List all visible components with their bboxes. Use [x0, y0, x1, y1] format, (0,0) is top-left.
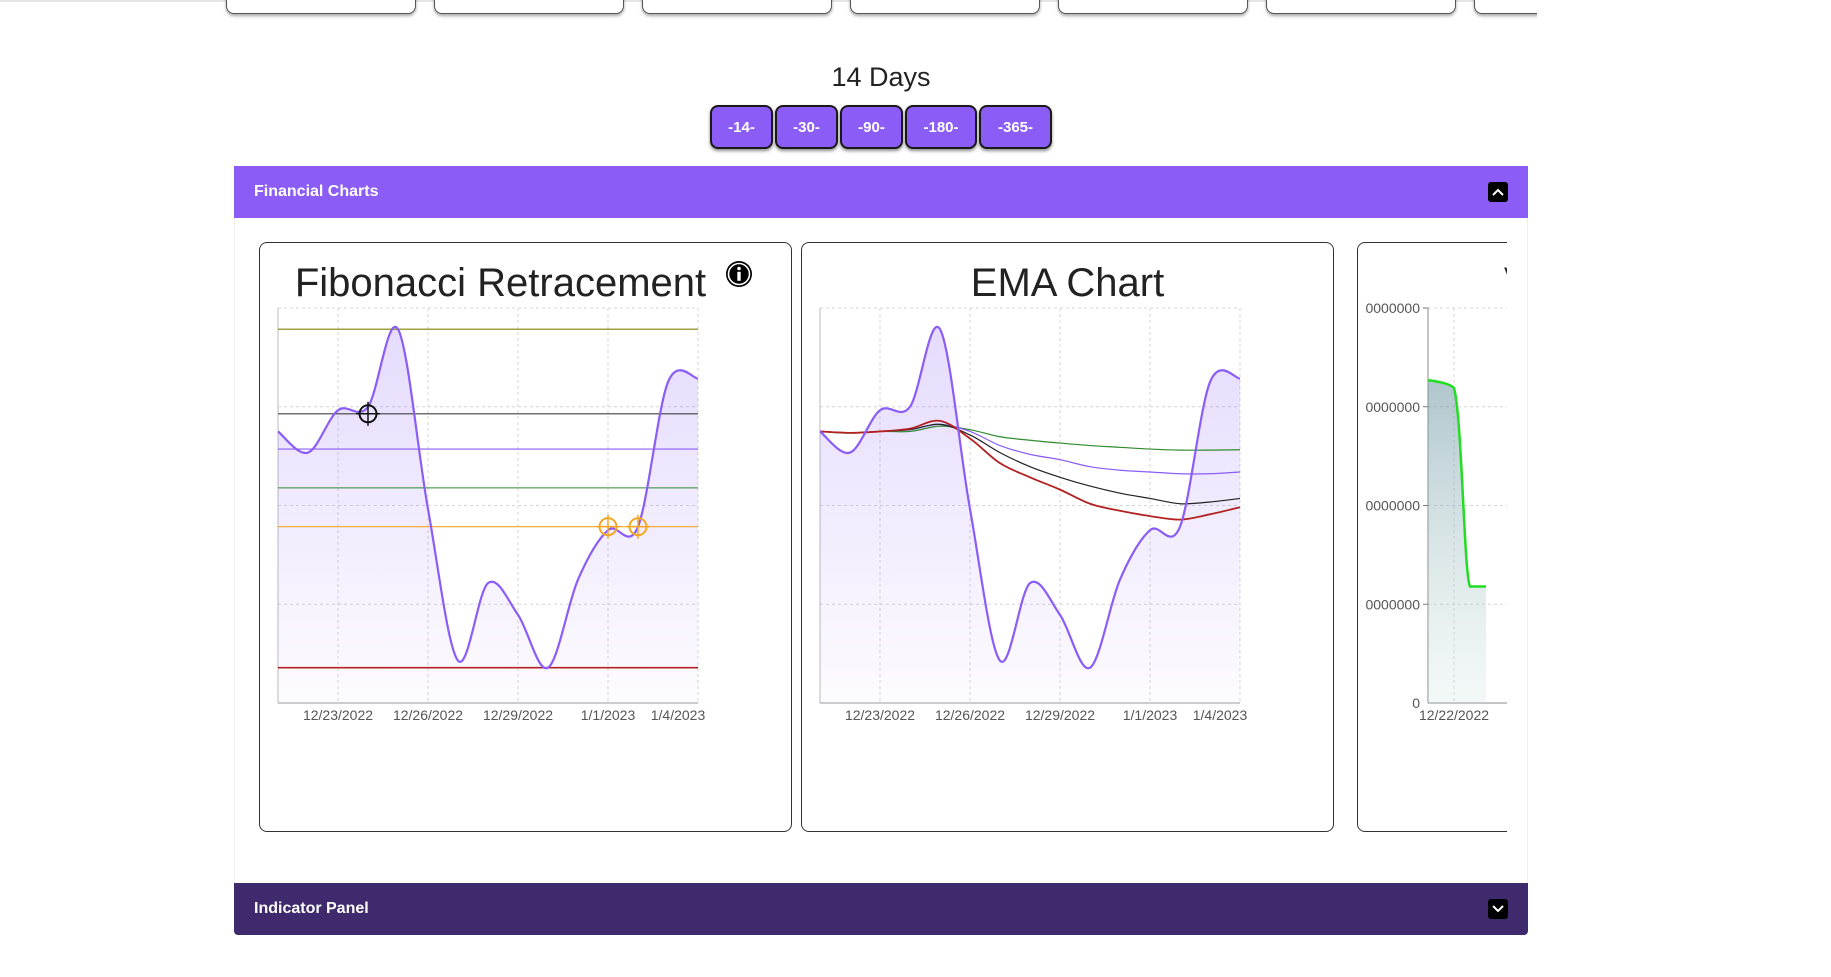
y-tick-label: 0000000 — [1365, 498, 1420, 514]
x-tick-label: 12/23/2022 — [303, 707, 373, 723]
dashboard-page: 14 Days -14- -30- -90- -180- -365- Finan… — [234, 48, 1528, 977]
range-button-90[interactable]: -90- — [840, 105, 903, 149]
x-tick-label: 12/29/2022 — [483, 707, 553, 723]
volume-area — [1428, 380, 1486, 703]
indicator-panel-header[interactable]: Indicator Panel — [234, 883, 1528, 935]
top-card[interactable] — [1058, 0, 1248, 14]
x-tick-label: 12/26/2022 — [935, 707, 1005, 723]
chart-carousel: Fibonacci Retracement 12/23/2022 12/26/20… — [234, 218, 1528, 883]
y-tick-label: 0000000 — [1365, 399, 1420, 415]
indicator-panel-label: Indicator Panel — [254, 900, 369, 917]
range-button-30[interactable]: -30- — [775, 105, 838, 149]
top-card[interactable] — [226, 0, 416, 14]
period-title: 14 Days — [831, 62, 931, 92]
fibonacci-card: Fibonacci Retracement 12/23/2022 12/26/20… — [259, 242, 792, 832]
range-button-group: -14- -30- -90- -180- -365- — [710, 105, 1052, 149]
range-button-365[interactable]: -365- — [979, 105, 1052, 149]
price-area — [820, 326, 1240, 703]
x-tick-label: 1/1/2023 — [581, 707, 636, 723]
range-button-14[interactable]: -14- — [710, 105, 773, 149]
ema-plot: 12/23/2022 12/26/2022 12/29/2022 1/1/2023 1/… — [819, 307, 1248, 723]
x-tick-label: 12/23/2022 — [845, 707, 915, 723]
ema-card: EMA Chart 12/23/2022 12/26/2022 12/29/2022… — [801, 242, 1334, 832]
top-card[interactable] — [642, 0, 832, 14]
top-card[interactable] — [434, 0, 624, 14]
volume-card: V 0000000000000000000000000000012/22/202… — [1357, 242, 1507, 832]
volume-plot: 0000000000000000000000000000012/22/2022 — [1365, 300, 1507, 723]
price-area — [278, 326, 698, 703]
financial-charts-header[interactable]: Financial Charts — [234, 166, 1528, 218]
top-card[interactable] — [850, 0, 1040, 14]
x-tick-label: 1/4/2023 — [1193, 707, 1248, 723]
strip-mask — [1537, 0, 1831, 30]
top-card[interactable] — [1266, 0, 1456, 14]
x-tick-label: 12/29/2022 — [1025, 707, 1095, 723]
fibonacci-plot: 12/23/2022 12/26/2022 12/29/2022 1/1/2023 1/… — [277, 307, 706, 723]
y-tick-label: 0000000 — [1365, 300, 1420, 316]
range-button-180[interactable]: -180- — [905, 105, 977, 149]
financial-charts-label: Financial Charts — [254, 183, 379, 200]
top-card-strip — [0, 0, 1831, 48]
chevron-down-icon[interactable] — [1488, 899, 1508, 919]
x-tick-label: 1/1/2023 — [1123, 707, 1178, 723]
y-tick-label: 0000000 — [1365, 596, 1420, 612]
x-tick-label: 12/26/2022 — [393, 707, 463, 723]
x-tick-label: 1/4/2023 — [651, 707, 706, 723]
chevron-up-icon[interactable] — [1488, 182, 1508, 202]
x-tick-label: 12/22/2022 — [1419, 707, 1489, 723]
card-clip: V 0000000000000000000000000000012/22/202… — [1357, 242, 1507, 832]
